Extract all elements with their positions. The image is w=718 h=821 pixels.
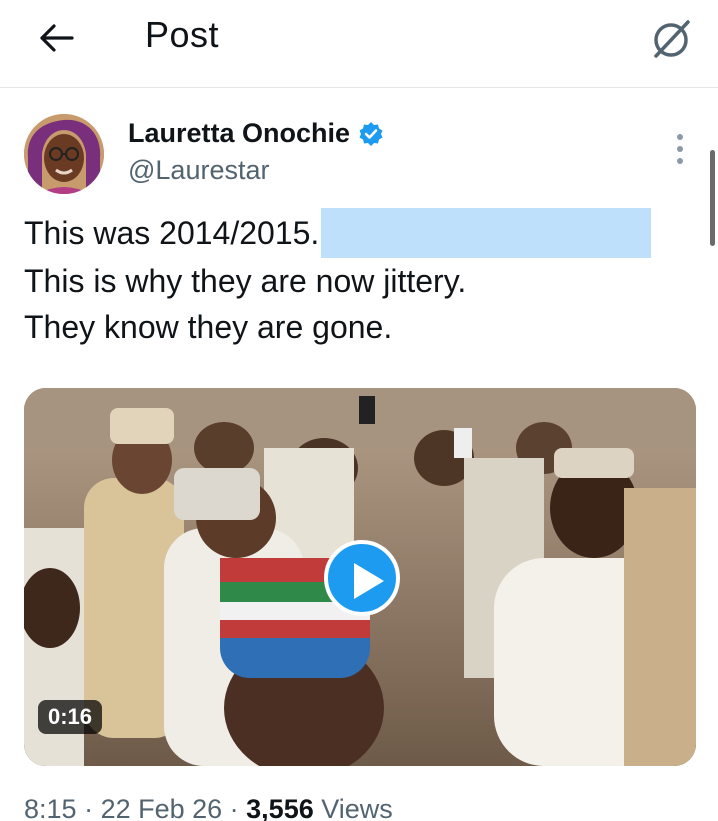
post-meta: 8:15 · 22 Feb 26 · 3,556 Views: [24, 794, 393, 821]
verified-badge-icon: [359, 121, 383, 146]
tweet-text: This was 2014/2015. This is why they are…: [24, 208, 704, 350]
author-name-row[interactable]: Lauretta Onochie: [128, 118, 384, 149]
redacted-text-block: [321, 208, 652, 258]
author-handle[interactable]: @Laurestar: [128, 155, 269, 186]
more-options-button[interactable]: [668, 132, 692, 166]
post-time: 8:15: [24, 794, 77, 821]
play-icon: [354, 563, 384, 599]
page-title: Post: [145, 14, 220, 55]
video-player[interactable]: 0:16: [24, 388, 696, 766]
meta-separator: ·: [76, 794, 101, 821]
more-vertical-icon: [677, 134, 683, 164]
avatar[interactable]: [24, 114, 104, 194]
tweet-line-2: This is why they are now jittery.: [24, 263, 467, 299]
grok-button[interactable]: [648, 16, 694, 62]
tweet-line-3: They know they are gone.: [24, 309, 393, 345]
profile-photo: [24, 114, 104, 194]
arrow-left-icon: [40, 24, 74, 52]
tweet-line-1: This was 2014/2015.: [24, 208, 704, 258]
author-name[interactable]: Lauretta Onochie: [128, 118, 350, 149]
top-bar: Post: [0, 0, 718, 88]
scrollbar[interactable]: [710, 150, 715, 246]
play-button[interactable]: [324, 540, 400, 616]
post-date: 22 Feb 26: [100, 794, 223, 821]
back-button[interactable]: [36, 18, 76, 58]
grok-icon: [654, 20, 690, 58]
views-count[interactable]: 3,556: [246, 794, 314, 821]
views-label: Views: [313, 794, 393, 821]
meta-separator: ·: [222, 794, 247, 821]
post-screen: Post Lauretta Onochie @Laurestar This wa…: [0, 0, 718, 821]
video-duration: 0:16: [38, 700, 103, 734]
tweet-line-1-text: This was 2014/2015.: [24, 215, 320, 251]
